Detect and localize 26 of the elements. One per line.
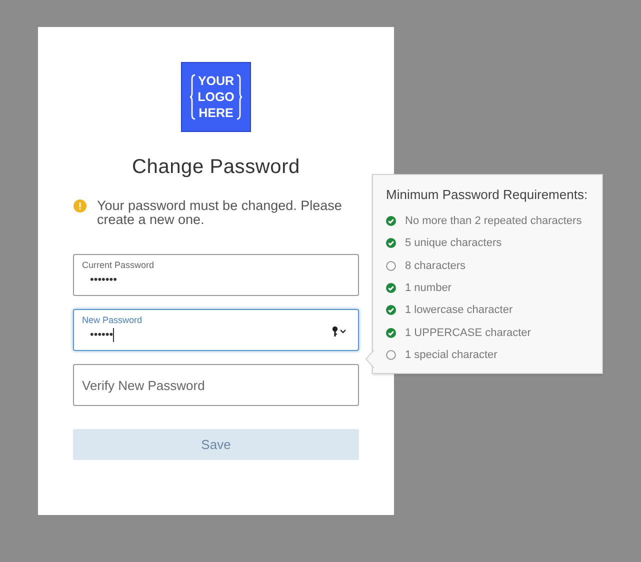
text-cursor — [113, 328, 114, 342]
requirement-text: 1 lowercase character — [405, 304, 513, 316]
password-field[interactable]: Verify New Password — [73, 364, 359, 406]
requirement-text: 1 special character — [405, 348, 498, 361]
logo-text: YOUR — [198, 73, 234, 89]
requirement-text: 1 number — [405, 282, 452, 294]
brace-icon — [188, 74, 196, 120]
requirement-text: 8 characters — [405, 260, 466, 272]
page-title: Change Password — [132, 156, 300, 179]
key-menu-icon[interactable] — [332, 326, 348, 337]
password-dots: ••••••• — [90, 274, 117, 286]
password-field[interactable]: New Password •••••• — [73, 309, 359, 351]
field-placeholder: Verify New Password — [82, 378, 206, 392]
field-label: New Password — [82, 315, 144, 325]
requirements-title: Minimum Password Requirements: — [386, 187, 589, 202]
logo-text: HERE — [198, 105, 234, 121]
notice-text: Your password must be changed. Please create a new one. — [97, 199, 343, 227]
requirement-text: No more than 2 repeated characters — [405, 215, 582, 228]
requirement-text: 1 UPPERCASE character — [405, 326, 531, 339]
password-field[interactable]: Current Password ••••••• — [73, 254, 359, 296]
logo-text: LOGO — [198, 89, 234, 105]
password-dots: •••••• — [90, 329, 114, 341]
warning-icon — [73, 199, 87, 213]
brace-icon — [236, 74, 244, 120]
field-label: Current Password — [82, 260, 156, 270]
requirement-text: 5 unique characters — [405, 237, 502, 250]
